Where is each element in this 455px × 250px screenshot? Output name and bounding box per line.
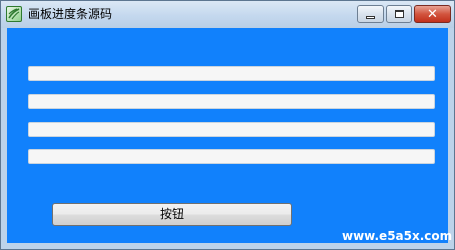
- window-title: 画板进度条源码: [28, 7, 113, 21]
- action-button[interactable]: 按钮: [52, 203, 292, 226]
- app-window: 画板进度条源码 ✕ 按钮 www.e5a5x.com: [0, 0, 455, 250]
- app-icon: [6, 6, 22, 22]
- title-bar[interactable]: 画板进度条源码 ✕: [1, 1, 454, 28]
- maximize-icon: [394, 10, 404, 18]
- client-area: 按钮: [7, 28, 448, 243]
- progress-bar-2: [28, 94, 435, 109]
- progress-bar-3: [28, 122, 435, 137]
- maximize-button[interactable]: [386, 5, 412, 23]
- minimize-icon: [366, 15, 375, 19]
- close-button[interactable]: ✕: [414, 5, 451, 23]
- progress-bar-4: [28, 149, 435, 164]
- close-icon: ✕: [427, 6, 438, 22]
- minimize-button[interactable]: [357, 5, 384, 23]
- watermark-site: www.e5a5x.com: [342, 229, 453, 243]
- progress-bar-1: [28, 66, 435, 81]
